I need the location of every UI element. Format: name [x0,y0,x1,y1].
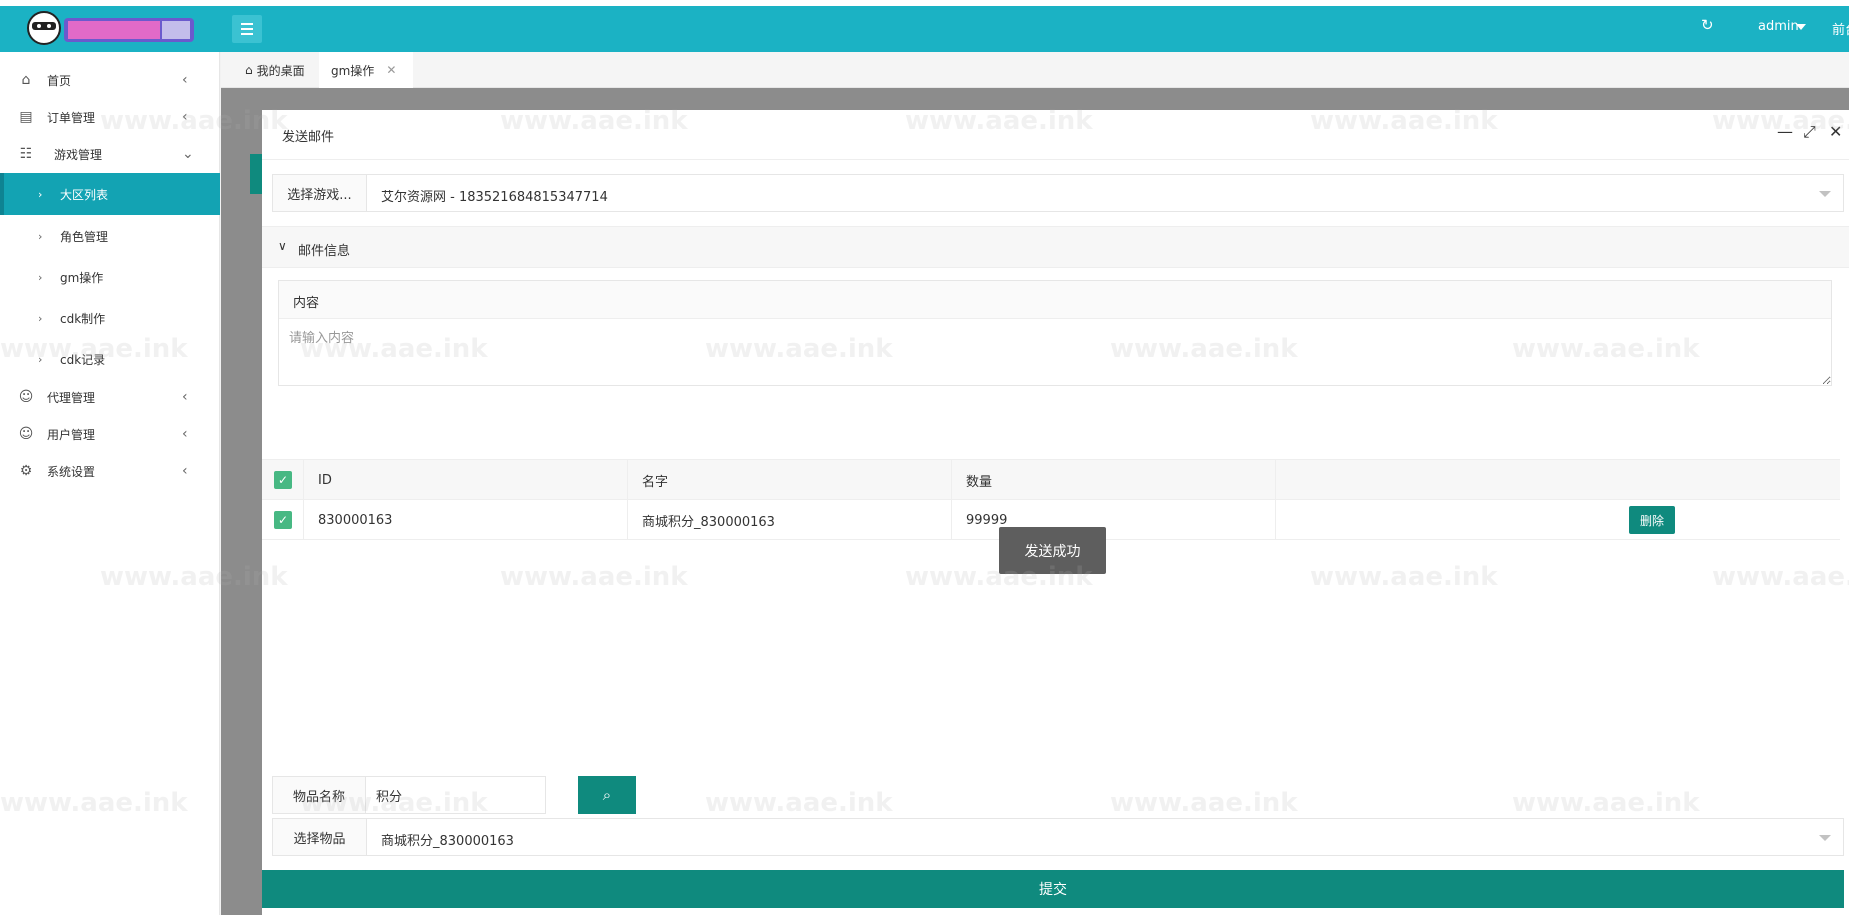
sidebar: ⌂ 首页 ‹ ▤ 订单管理 ‹ ☷ 游戏管理 ⌄ › 大区列表 › 角色管理 ›… [0,52,220,915]
game-select-label: 选择游戏... [273,175,367,211]
items-table: ✓ ID 名字 数量 ✓ 830000163 商城积分_830000163 99… [262,459,1840,540]
item-select[interactable]: 选择物品 商城积分_830000163 [272,818,1844,856]
menu-line [241,28,253,30]
chevron-right-icon: › [38,187,43,201]
sidebar-item-games[interactable]: ☷ 游戏管理 ⌄ [0,136,220,172]
table-header-row: ✓ ID 名字 数量 [262,460,1840,500]
menu-toggle-button[interactable] [232,15,262,43]
game-select[interactable]: 选择游戏... 艾尔资源网 - 183521684815347714 [272,174,1844,212]
chevron-left-icon: ‹ [182,109,188,125]
chevron-right-icon: › [38,270,43,284]
tab-desktop[interactable]: ⌂ 我的桌面 [233,52,317,88]
sidebar-item-users[interactable]: ☺ 用户管理 ‹ [0,416,220,452]
row-select-cell: ✓ [262,500,304,540]
active-indicator [0,173,4,215]
chevron-right-icon: › [38,352,43,366]
delete-button[interactable]: 删除 [1629,506,1675,534]
sidebar-item-label: 大区列表 [60,187,109,202]
row-checkbox[interactable]: ✓ [274,511,292,529]
sidebar-item-label: 游戏管理 [54,147,103,162]
mail-info-collapse[interactable]: ∨ 邮件信息 [262,226,1849,268]
column-header: 数量 [952,460,1276,500]
sidebar-item-gm[interactable]: › gm操作 [0,257,220,297]
menu-line [241,33,253,35]
search-button[interactable]: ⌕ [578,776,636,814]
caret-down-icon[interactable] [1796,24,1806,30]
search-icon: ⌕ [602,786,612,804]
column-header: 名字 [628,460,952,500]
content-field: 内容 [278,280,1832,386]
sidebar-item-label: 角色管理 [60,229,109,244]
tab-label: 我的桌面 [256,63,305,78]
toast-message: 发送成功 [999,527,1106,574]
user-menu[interactable]: admin [1758,19,1799,34]
item-name-input[interactable] [366,776,546,814]
sidebar-item-roles[interactable]: › 角色管理 [0,216,220,256]
sidebar-item-settings[interactable]: ⚙ 系统设置 ‹ [0,453,220,489]
cell-name: 商城积分_830000163 [628,500,952,540]
agent-icon: ☺ [18,389,34,405]
sidebar-item-orders[interactable]: ▤ 订单管理 ‹ [0,99,220,135]
chevron-left-icon: ‹ [182,389,188,405]
order-icon: ▤ [19,109,33,125]
item-select-label: 选择物品 [273,819,367,855]
sidebar-item-label: 订单管理 [47,110,96,125]
sidebar-item-home[interactable]: ⌂ 首页 ‹ [0,62,220,98]
tab-gm[interactable]: gm操作 ✕ [319,52,413,88]
sidebar-item-label: cdk记录 [60,352,106,367]
sidebar-item-zone-list[interactable]: › 大区列表 [0,173,220,215]
site-logo[interactable] [24,8,200,48]
sidebar-item-agents[interactable]: ☺ 代理管理 ‹ [0,379,220,415]
sidebar-item-label: 用户管理 [47,427,96,442]
item-name-label: 物品名称 [272,776,366,814]
sidebar-item-label: gm操作 [60,270,104,285]
send-mail-dialog: 发送邮件 — ⤢ ✕ 选择游戏... 艾尔资源网 - 1835216848153… [262,110,1849,915]
cell-id: 830000163 [304,500,628,540]
gear-icon: ⚙ [19,463,33,479]
chevron-right-icon: › [38,229,43,243]
top-strip [0,0,1849,6]
home-icon: ⌂ [21,72,31,88]
minimize-icon[interactable]: — [1777,122,1793,141]
close-icon[interactable]: ✕ [1829,122,1842,141]
caret-down-icon[interactable] [1819,191,1831,197]
close-icon[interactable]: ✕ [386,63,396,77]
game-select-value[interactable]: 艾尔资源网 - 183521684815347714 [381,186,608,205]
chevron-down-icon: ∨ [278,239,287,253]
collapse-title: 邮件信息 [298,244,351,259]
sidebar-item-label: 代理管理 [47,390,96,405]
sidebar-item-label: cdk制作 [60,311,106,326]
column-header: ID [304,460,628,500]
dialog-title: 发送邮件 [282,130,335,145]
maximize-icon[interactable]: ⤢ [1803,122,1816,142]
sidebar-item-label: 系统设置 [47,464,96,479]
chevron-right-icon: › [38,311,43,325]
select-all-cell: ✓ [262,460,304,500]
content-textarea[interactable] [279,319,1831,385]
chevron-left-icon: ‹ [182,72,188,88]
submit-button[interactable]: 提交 [262,870,1844,908]
content-label: 内容 [279,281,1831,319]
tab-label: gm操作 [331,63,375,78]
sidebar-item-cdk-make[interactable]: › cdk制作 [0,298,220,338]
item-select-value[interactable]: 商城积分_830000163 [381,830,514,849]
chevron-left-icon: ‹ [182,463,188,479]
select-all-checkbox[interactable]: ✓ [274,471,292,489]
chevron-down-icon: ⌄ [182,146,194,162]
dialog-header: 发送邮件 — ⤢ ✕ [262,110,1849,160]
user-icon: ☺ [18,426,34,442]
top-bar: ↻ admin 前台 [0,0,1849,52]
home-icon: ⌂ [245,63,253,77]
sidebar-item-label: 首页 [47,73,72,88]
caret-down-icon[interactable] [1819,835,1831,841]
column-header-action [1276,460,1840,500]
refresh-icon[interactable]: ↻ [1701,16,1714,34]
front-link[interactable]: 前台 [1832,19,1849,38]
tab-bar: ⌂ 我的桌面 gm操作 ✕ [221,52,1849,88]
sidebar-item-cdk-log[interactable]: › cdk记录 [0,339,220,379]
sitemap-icon: ☷ [19,146,33,162]
cell-action [1276,500,1840,540]
menu-line [241,23,253,25]
chevron-left-icon: ‹ [182,426,188,442]
